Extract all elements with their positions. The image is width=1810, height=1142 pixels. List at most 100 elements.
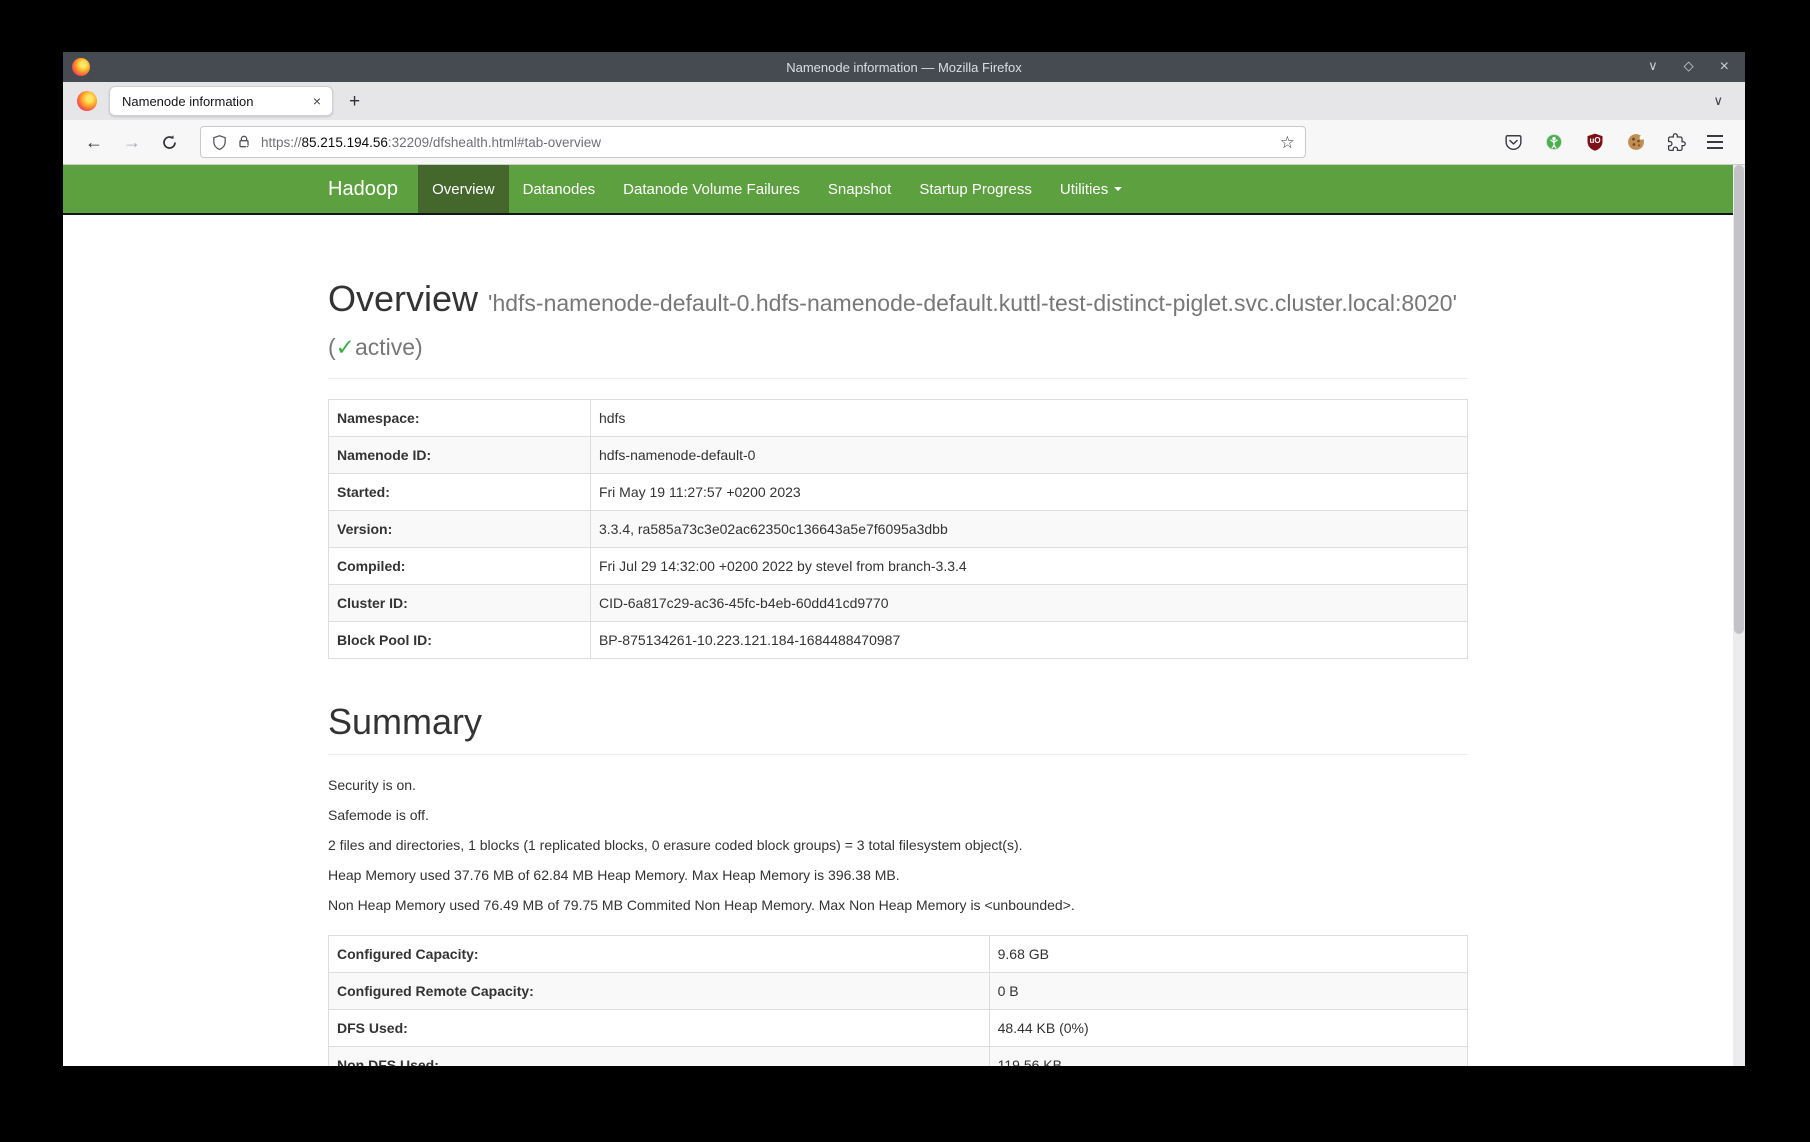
nav-item-label: Snapshot — [828, 181, 891, 198]
hadoop-navbar: Hadoop Overview Datanodes Datanode Volum… — [63, 165, 1733, 215]
table-row: Compiled: Fri Jul 29 14:32:00 +0200 2022… — [329, 547, 1468, 584]
nav-item-label: Datanode Volume Failures — [623, 181, 800, 198]
row-label: Started: — [329, 473, 591, 510]
row-value: CID-6a817c29-ac36-45fc-b4eb-60dd41cd9770 — [590, 584, 1467, 621]
firefox-view-icon[interactable] — [77, 91, 97, 111]
back-button[interactable]: ← — [85, 133, 103, 151]
new-tab-button[interactable]: + — [349, 92, 360, 111]
nav-item[interactable]: Datanode Volume Failures — [609, 165, 814, 213]
tab-bar: Namenode information × + ∨ — [63, 82, 1745, 120]
forward-button[interactable]: → — [123, 133, 141, 151]
row-label: Namespace: — [329, 399, 591, 436]
caret-down-icon — [1114, 187, 1122, 191]
nav-item[interactable]: Utilities — [1046, 165, 1136, 213]
capacity-table: Configured Capacity: 9.68 GB Configured … — [328, 935, 1468, 1066]
hadoop-brand-link[interactable]: Hadoop — [328, 165, 418, 213]
tracking-protection-shield-icon[interactable] — [211, 134, 228, 151]
table-row: Configured Capacity: 9.68 GB — [329, 935, 1468, 972]
summary-title: Summary — [328, 701, 1468, 742]
table-row: Namenode ID: hdfs-namenode-default-0 — [329, 436, 1468, 473]
ublock-origin-icon[interactable]: uO — [1585, 132, 1605, 152]
row-value: Fri Jul 29 14:32:00 +0200 2022 by stevel… — [590, 547, 1467, 584]
hadoop-page: Hadoop Overview Datanodes Datanode Volum… — [63, 165, 1733, 1066]
table-row: DFS Used: 48.44 KB (0%) — [329, 1009, 1468, 1046]
table-row: Non DFS Used: 119.56 KB — [329, 1046, 1468, 1066]
url-scheme: https:// — [261, 135, 302, 150]
namenode-info-table-body: Namespace: hdfs Namenode ID: hdfs-nameno… — [329, 399, 1468, 658]
ublock-label: uO — [1585, 137, 1605, 145]
privacy-extension-icon[interactable] — [1544, 132, 1564, 152]
overview-title: Overview 'hdfs-namenode-default-0.hdfs-n… — [328, 278, 1468, 366]
summary-header: Summary — [328, 701, 1468, 755]
status-open-paren: ( — [328, 334, 336, 360]
cookie-extension-icon[interactable] — [1626, 132, 1646, 152]
hadoop-nav-items: Overview Datanodes Datanode Volume Failu… — [418, 165, 1136, 213]
nav-item[interactable]: Overview — [418, 165, 509, 213]
capacity-table-body: Configured Capacity: 9.68 GB Configured … — [329, 935, 1468, 1066]
window-title: Namenode information — Mozilla Firefox — [63, 60, 1745, 75]
scrollbar-thumb[interactable] — [1734, 165, 1744, 634]
url-host: 85.215.194.56 — [302, 135, 388, 150]
list-all-tabs-icon[interactable]: ∨ — [1713, 93, 1723, 109]
menu-hamburger-icon[interactable] — [1707, 135, 1723, 149]
overview-header: Overview 'hdfs-namenode-default-0.hdfs-n… — [328, 278, 1468, 379]
table-row: Version: 3.3.4, ra585a73c3e02ac62350c136… — [329, 510, 1468, 547]
row-value: 9.68 GB — [989, 935, 1467, 972]
namenode-address: 'hdfs-namenode-default-0.hdfs-namenode-d… — [488, 290, 1457, 316]
active-check-icon: ✓ — [336, 334, 355, 360]
summary-line: Non Heap Memory used 76.49 MB of 79.75 M… — [328, 895, 1468, 915]
summary-line: Heap Memory used 37.76 MB of 62.84 MB He… — [328, 865, 1468, 885]
row-value: hdfs — [590, 399, 1467, 436]
active-status-label: active) — [355, 334, 423, 360]
row-value: 3.3.4, ra585a73c3e02ac62350c136643a5e7f6… — [590, 510, 1467, 547]
close-button[interactable]: × — [1720, 59, 1729, 75]
minimize-button[interactable]: ∨ — [1648, 59, 1658, 75]
page-scrollbar[interactable] — [1733, 165, 1745, 1066]
url-path: :32209/dfshealth.html#tab-overview — [388, 135, 601, 150]
pocket-icon[interactable] — [1504, 133, 1523, 152]
table-row: Block Pool ID: BP-875134261-10.223.121.1… — [329, 621, 1468, 658]
namenode-info-table: Namespace: hdfs Namenode ID: hdfs-nameno… — [328, 399, 1468, 659]
extension-buttons: uO — [1504, 132, 1723, 152]
summary-lines: Security is on. Safemode is off. 2 files… — [328, 775, 1468, 915]
row-label: DFS Used: — [329, 1009, 990, 1046]
nav-item[interactable]: Datanodes — [509, 165, 610, 213]
content-container: Overview 'hdfs-namenode-default-0.hdfs-n… — [313, 278, 1483, 1066]
row-value: 0 B — [989, 972, 1467, 1009]
table-row: Cluster ID: CID-6a817c29-ac36-45fc-b4eb-… — [329, 584, 1468, 621]
page-viewport: Hadoop Overview Datanodes Datanode Volum… — [63, 165, 1745, 1066]
maximize-button[interactable]: ◇ — [1684, 59, 1694, 75]
summary-line: Security is on. — [328, 775, 1468, 795]
row-label: Configured Remote Capacity: — [329, 972, 990, 1009]
row-value: 48.44 KB (0%) — [989, 1009, 1467, 1046]
nav-item-label: Startup Progress — [919, 181, 1032, 198]
tab-title: Namenode information — [122, 94, 254, 109]
table-row: Configured Remote Capacity: 0 B — [329, 972, 1468, 1009]
reload-icon[interactable] — [161, 134, 178, 151]
summary-line: 2 files and directories, 1 blocks (1 rep… — [328, 835, 1468, 855]
browser-tab[interactable]: Namenode information × — [109, 86, 333, 116]
window-titlebar[interactable]: Namenode information — Mozilla Firefox ∨… — [63, 52, 1745, 82]
browser-window: Namenode information — Mozilla Firefox ∨… — [63, 52, 1745, 1066]
summary-line: Safemode is off. — [328, 805, 1468, 825]
table-row: Started: Fri May 19 11:27:57 +0200 2023 — [329, 473, 1468, 510]
row-value: hdfs-namenode-default-0 — [590, 436, 1467, 473]
row-value: Fri May 19 11:27:57 +0200 2023 — [590, 473, 1467, 510]
nav-item[interactable]: Snapshot — [814, 165, 905, 213]
overview-title-text: Overview — [328, 278, 478, 319]
nav-item-label: Overview — [432, 181, 495, 198]
bookmark-star-icon[interactable]: ☆ — [1280, 134, 1295, 151]
tab-close-icon[interactable]: × — [310, 93, 324, 109]
nav-item[interactable]: Startup Progress — [905, 165, 1046, 213]
url-text[interactable]: https://85.215.194.56:32209/dfshealth.ht… — [261, 135, 1280, 150]
nav-item-label: Datanodes — [523, 181, 596, 198]
row-label: Non DFS Used: — [329, 1046, 990, 1066]
row-label: Cluster ID: — [329, 584, 591, 621]
nav-item-label: Utilities — [1060, 181, 1108, 198]
row-label: Block Pool ID: — [329, 621, 591, 658]
row-label: Configured Capacity: — [329, 935, 990, 972]
extensions-puzzle-icon[interactable] — [1667, 133, 1686, 152]
insecure-lock-icon[interactable] — [236, 134, 252, 150]
row-value: BP-875134261-10.223.121.184-168448847098… — [590, 621, 1467, 658]
url-bar[interactable]: https://85.215.194.56:32209/dfshealth.ht… — [200, 126, 1306, 158]
